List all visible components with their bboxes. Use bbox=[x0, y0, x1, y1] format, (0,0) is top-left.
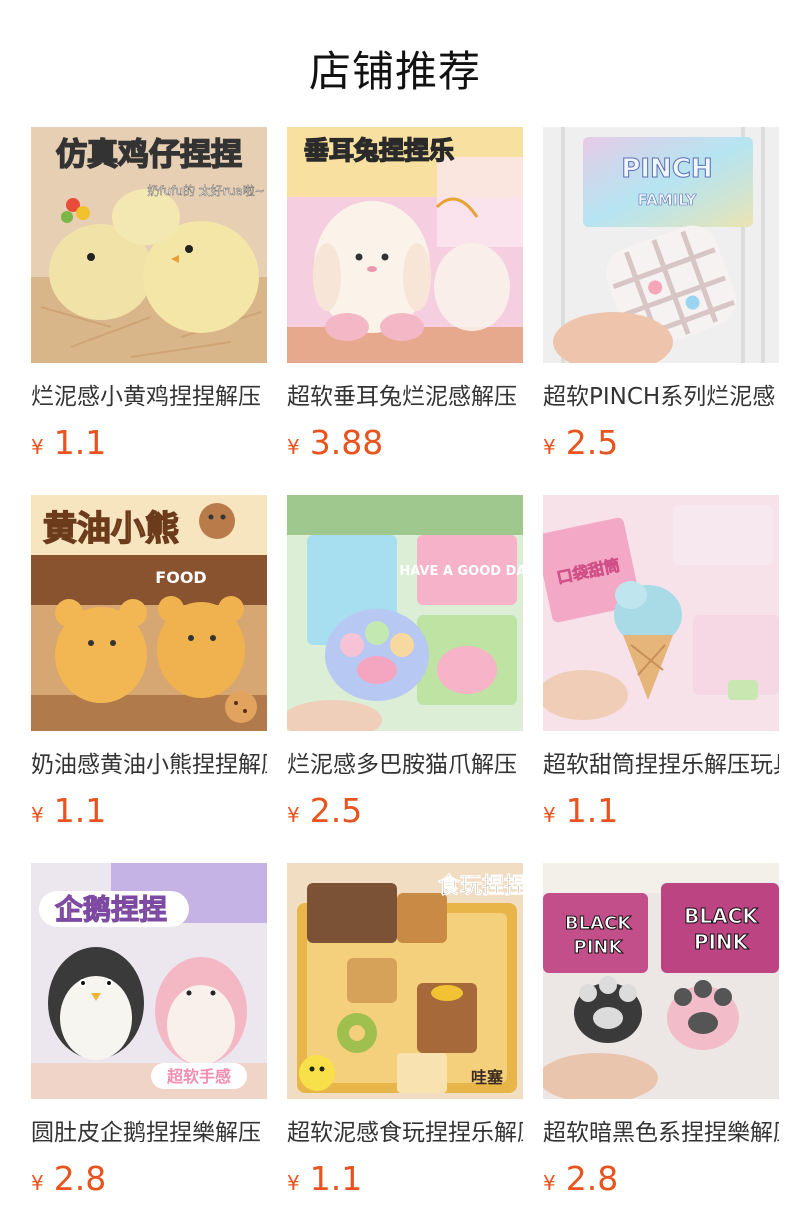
image-caption: 哇塞 bbox=[471, 1068, 504, 1087]
product-image[interactable]: 仿真鸡仔捏捏 奶fufu的 太好rua啦~ bbox=[31, 127, 267, 363]
product-card[interactable]: 垂耳兔捏捏乐 超软垂耳兔烂泥感解压 ¥ 3.88 bbox=[287, 127, 523, 467]
product-card[interactable]: HAVE A GOOD DAY 烂泥感多巴胺猫爪解压 ¥ 2.5 bbox=[287, 495, 523, 835]
product-name[interactable]: 超软垂耳兔烂泥感解压 bbox=[287, 383, 523, 411]
ice-cream-squishy-image: 口袋甜筒 bbox=[543, 495, 779, 731]
product-name[interactable]: 奶油感黄油小熊捏捏解压 bbox=[31, 751, 267, 779]
product-name[interactable]: 超软甜筒捏捏乐解压玩具 bbox=[543, 751, 779, 779]
product-price: ¥ 1.1 bbox=[543, 791, 779, 830]
image-caption: FOOD bbox=[155, 568, 206, 587]
price-amount: 2.8 bbox=[53, 1159, 107, 1198]
bunny-squishy-image: 垂耳兔捏捏乐 bbox=[287, 127, 523, 363]
product-card[interactable]: 口袋甜筒 超软甜筒捏捏乐解压玩具 ¥ 1.1 bbox=[543, 495, 779, 835]
image-headline: PINCH bbox=[621, 154, 712, 184]
product-price: ¥ 2.5 bbox=[543, 423, 779, 462]
currency-symbol: ¥ bbox=[31, 803, 44, 827]
product-price: ¥ 1.1 bbox=[31, 423, 267, 462]
currency-symbol: ¥ bbox=[287, 803, 300, 827]
svg-text:BLACK: BLACK bbox=[684, 904, 759, 928]
image-caption: 奶fufu的 太好rua啦~ bbox=[147, 183, 264, 198]
product-name[interactable]: 烂泥感小黄鸡捏捏解压 bbox=[31, 383, 267, 411]
currency-symbol: ¥ bbox=[31, 435, 44, 459]
product-image[interactable]: 黄油小熊 FOOD bbox=[31, 495, 267, 731]
chick-squishy-image: 仿真鸡仔捏捏 奶fufu的 太好rua啦~ bbox=[31, 127, 267, 363]
butter-bear-squishy-image: 黄油小熊 FOOD bbox=[31, 495, 267, 731]
currency-symbol: ¥ bbox=[543, 435, 556, 459]
product-image[interactable]: 垂耳兔捏捏乐 bbox=[287, 127, 523, 363]
currency-symbol: ¥ bbox=[543, 1171, 556, 1195]
product-card[interactable]: PINCH FAMILY 超软PINCH系列烂泥感 ¥ 2.5 bbox=[543, 127, 779, 467]
product-price: ¥ 2.5 bbox=[287, 791, 523, 830]
product-image[interactable]: PINCH FAMILY bbox=[543, 127, 779, 363]
image-headline: 仿真鸡仔捏捏 bbox=[56, 137, 242, 173]
cat-paw-squishy-image: HAVE A GOOD DAY bbox=[287, 495, 523, 731]
currency-symbol: ¥ bbox=[543, 803, 556, 827]
product-name[interactable]: 圆肚皮企鹅捏捏樂解压 bbox=[31, 1119, 267, 1147]
black-pink-paw-squishy-image: BLACK PINK BLACK PINK bbox=[543, 863, 779, 1099]
price-amount: 2.8 bbox=[565, 1159, 619, 1198]
price-amount: 3.88 bbox=[309, 423, 384, 462]
product-image[interactable]: 食玩捏捏 哇塞 bbox=[287, 863, 523, 1099]
waffle-squishy-image: PINCH FAMILY bbox=[543, 127, 779, 363]
product-name[interactable]: 超软PINCH系列烂泥感 bbox=[543, 383, 779, 411]
product-card[interactable]: 企鹅捏捏 超软手感 圆肚皮企鹅捏捏樂解压 ¥ 2.8 bbox=[31, 863, 267, 1203]
image-caption: 超软手感 bbox=[166, 1067, 231, 1086]
product-price: ¥ 2.8 bbox=[31, 1159, 267, 1198]
image-headline: 企鹅捏捏 bbox=[55, 893, 167, 926]
price-amount: 2.5 bbox=[309, 791, 363, 830]
penguin-squishy-image: 企鹅捏捏 超软手感 bbox=[31, 863, 267, 1099]
product-image[interactable]: 企鹅捏捏 超软手感 bbox=[31, 863, 267, 1099]
currency-symbol: ¥ bbox=[287, 1171, 300, 1195]
product-card[interactable]: 黄油小熊 FOOD 奶油感黄油小熊捏捏解压 ¥ 1.1 bbox=[31, 495, 267, 835]
food-squishy-image: 食玩捏捏 哇塞 bbox=[287, 863, 523, 1099]
product-image[interactable]: BLACK PINK BLACK PINK bbox=[543, 863, 779, 1099]
product-price: ¥ 1.1 bbox=[31, 791, 267, 830]
image-headline: 食玩捏捏 bbox=[438, 873, 523, 899]
product-name[interactable]: 超软泥感食玩捏捏乐解压 bbox=[287, 1119, 523, 1147]
svg-text:PINK: PINK bbox=[694, 930, 750, 954]
product-name[interactable]: 超软暗黑色系捏捏樂解压 bbox=[543, 1119, 779, 1147]
image-headline: 垂耳兔捏捏乐 bbox=[304, 136, 454, 165]
product-price: ¥ 3.88 bbox=[287, 423, 523, 462]
product-price: ¥ 2.8 bbox=[543, 1159, 779, 1198]
image-headline: 黄油小熊 bbox=[43, 509, 179, 549]
product-card[interactable]: BLACK PINK BLACK PINK 超软暗黑色系捏捏樂解压 ¥ 2.8 bbox=[543, 863, 779, 1203]
price-amount: 1.1 bbox=[53, 423, 107, 462]
product-image[interactable]: 口袋甜筒 bbox=[543, 495, 779, 731]
price-amount: 1.1 bbox=[309, 1159, 363, 1198]
page-title: 店铺推荐 bbox=[308, 47, 481, 96]
image-caption: PINK bbox=[574, 937, 624, 958]
price-amount: 1.1 bbox=[53, 791, 107, 830]
price-amount: 2.5 bbox=[565, 423, 619, 462]
product-card[interactable]: 仿真鸡仔捏捏 奶fufu的 太好rua啦~ 烂泥感小黄鸡捏捏解压 ¥ 1.1 bbox=[31, 127, 267, 467]
product-card[interactable]: 食玩捏捏 哇塞 超软泥感食玩捏捏乐解压 ¥ 1.1 bbox=[287, 863, 523, 1203]
price-amount: 1.1 bbox=[565, 791, 619, 830]
currency-symbol: ¥ bbox=[31, 1171, 44, 1195]
image-caption: FAMILY bbox=[638, 191, 698, 209]
product-image[interactable]: HAVE A GOOD DAY bbox=[287, 495, 523, 731]
product-name[interactable]: 烂泥感多巴胺猫爪解压 bbox=[287, 751, 523, 779]
image-headline: HAVE A GOOD DAY bbox=[399, 564, 523, 579]
image-headline: BLACK bbox=[565, 913, 632, 934]
product-price: ¥ 1.1 bbox=[287, 1159, 523, 1198]
currency-symbol: ¥ bbox=[287, 435, 300, 459]
